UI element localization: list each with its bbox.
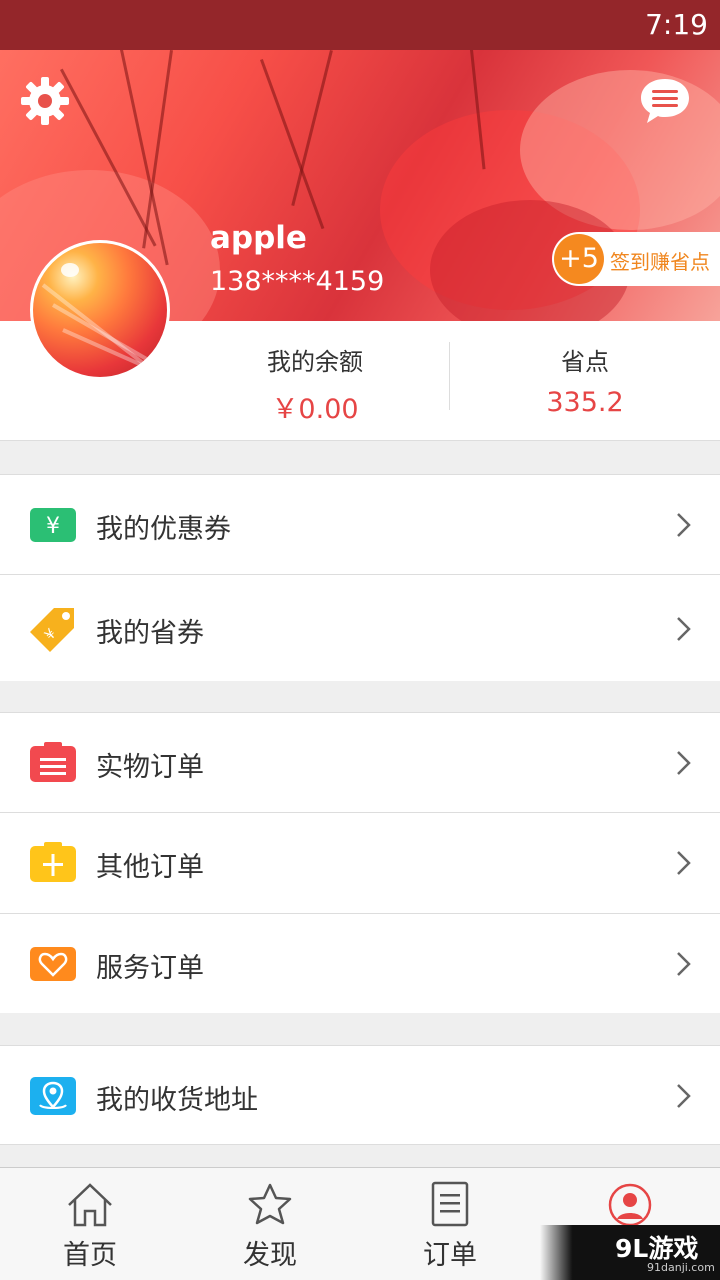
ticket-tag-icon: ¥ xyxy=(30,608,74,652)
heart-icon xyxy=(30,947,76,981)
chevron-right-icon xyxy=(677,751,691,775)
tab-home[interactable]: 首页 xyxy=(0,1168,180,1280)
status-bar: 7:19 xyxy=(0,0,720,50)
document-icon xyxy=(431,1181,469,1227)
signin-points-badge: +5 xyxy=(554,234,604,284)
profile-icon xyxy=(608,1183,652,1227)
phone-number: 138****4159 xyxy=(210,266,385,297)
signin-button[interactable]: +5 签到赚省点 xyxy=(552,232,720,286)
other-order-icon xyxy=(30,842,76,882)
menu-label: 实物订单 xyxy=(96,752,204,783)
watermark-brand: 9L游戏 xyxy=(615,1234,699,1263)
home-icon xyxy=(68,1183,112,1227)
tab-label: 发现 xyxy=(243,1240,297,1271)
menu-label: 我的收货地址 xyxy=(96,1085,258,1116)
physical-order-icon xyxy=(30,742,76,782)
menu-label: 其他订单 xyxy=(96,852,204,883)
tab-orders[interactable]: 订单 xyxy=(360,1168,540,1280)
menu-label: 我的优惠券 xyxy=(96,514,231,545)
tab-label: 订单 xyxy=(423,1240,477,1271)
chevron-right-icon xyxy=(677,1084,691,1108)
star-icon xyxy=(248,1183,292,1225)
svg-text:¥: ¥ xyxy=(46,514,60,539)
avatar[interactable] xyxy=(30,240,170,380)
profile-screen: 7:19 apple 138****4159 +5 签到赚省点 我的余额 ￥0.… xyxy=(0,0,720,1280)
signin-label: 签到赚省点 xyxy=(610,250,710,274)
menu-item-saving-tickets[interactable]: ¥ 我的省券 xyxy=(0,574,720,681)
balance-label: 我的余额 xyxy=(267,348,363,376)
chevron-right-icon xyxy=(677,617,691,641)
username: apple xyxy=(210,220,307,256)
menu-item-service-orders[interactable]: 服务订单 xyxy=(0,913,720,1013)
points-stat[interactable]: 省点 335.2 xyxy=(500,342,670,418)
coupon-icon: ¥ xyxy=(30,508,76,542)
points-value: 335.2 xyxy=(546,387,624,418)
balance-value: ￥0.00 xyxy=(271,394,359,425)
settings-gear-icon[interactable] xyxy=(19,75,71,127)
points-label: 省点 xyxy=(561,348,609,376)
chevron-right-icon xyxy=(677,513,691,537)
menu-item-other-orders[interactable]: 其他订单 xyxy=(0,812,720,913)
menu-label: 我的省券 xyxy=(96,618,204,649)
menu-item-coupons[interactable]: ¥ 我的优惠券 xyxy=(0,474,720,574)
menu-item-physical-orders[interactable]: 实物订单 xyxy=(0,712,720,812)
tab-discover[interactable]: 发现 xyxy=(180,1168,360,1280)
chevron-right-icon xyxy=(677,851,691,875)
stat-divider xyxy=(449,342,450,410)
watermark-site: 91danji.com xyxy=(647,1261,715,1274)
menu-label: 服务订单 xyxy=(96,953,204,984)
tab-label: 首页 xyxy=(63,1240,117,1271)
chevron-right-icon xyxy=(677,952,691,976)
location-icon xyxy=(30,1077,76,1115)
site-watermark: 9L游戏 91danji.com xyxy=(540,1225,720,1280)
message-icon[interactable] xyxy=(639,77,691,125)
balance-stat[interactable]: 我的余额 ￥0.00 xyxy=(230,342,400,426)
menu-item-shipping-address[interactable]: 我的收货地址 xyxy=(0,1045,720,1145)
status-time: 7:19 xyxy=(645,8,708,41)
